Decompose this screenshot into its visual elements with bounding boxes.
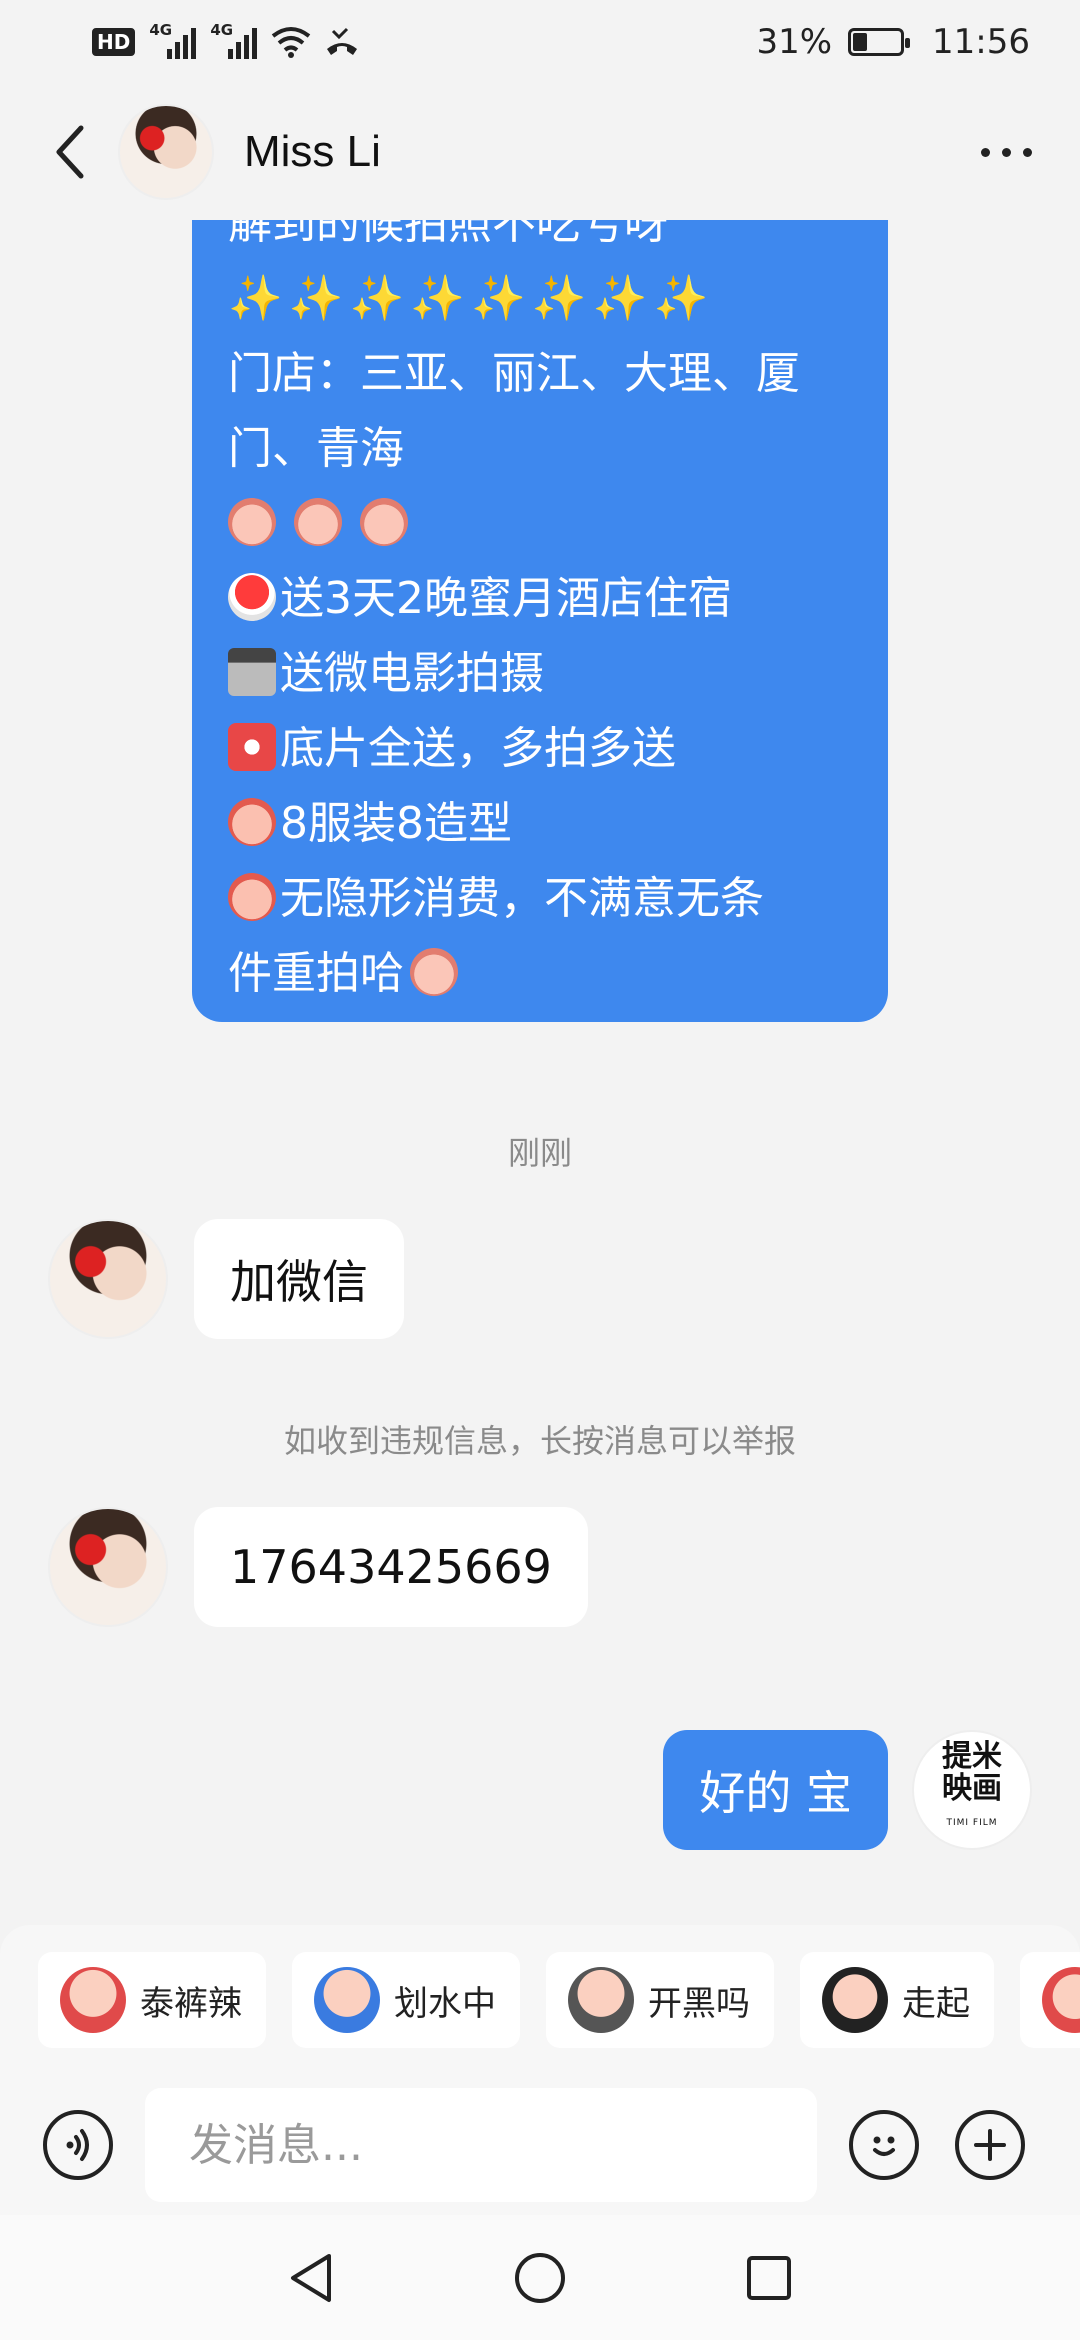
signal-icon: 4G — [149, 21, 197, 59]
chevron-left-icon — [56, 125, 84, 179]
battery-fill — [853, 33, 868, 51]
promo-item-2: 送微电影拍摄 — [228, 636, 852, 711]
signal-icon-2: 4G — [210, 21, 258, 59]
camera-icon — [228, 723, 276, 771]
network-type-2: 4G — [210, 21, 234, 39]
nav-home-icon[interactable] — [513, 2251, 567, 2305]
message-input[interactable] — [145, 2088, 817, 2202]
promo-item-4-text: 8服装8造型 — [280, 798, 512, 849]
incoming-message-row: 17643425669 — [48, 1507, 588, 1627]
promo-item-5b: 件重拍哈 — [228, 936, 852, 1011]
wifi-icon — [272, 27, 311, 58]
missed-call-icon — [327, 27, 358, 55]
status-left: HD 4G 4G — [92, 21, 359, 59]
clapperboard-icon — [228, 648, 276, 696]
my-avatar[interactable]: 提米 映画 TIMI FILM — [912, 1730, 1032, 1850]
voice-input-button[interactable] — [43, 2110, 113, 2180]
hd-icon: HD — [92, 28, 136, 56]
sticker-icon — [568, 1967, 634, 2033]
sticker-icon — [1042, 1967, 1080, 2033]
my-avatar-sub: TIMI FILM — [946, 1818, 998, 1828]
location-pin-icon — [228, 573, 276, 621]
status-right: 31% 11:56 — [756, 22, 1030, 62]
quick-sticker-chip[interactable]: 划水中 — [292, 1952, 520, 2048]
battery-percent: 31% — [756, 22, 833, 62]
quick-sticker-chip[interactable]: 泰裤辣 — [38, 1952, 266, 2048]
sticker-icon — [314, 1967, 380, 2033]
more-actions-button[interactable] — [955, 2110, 1025, 2180]
promo-item-1-text: 送3天2晚蜜月酒店住宿 — [280, 573, 732, 624]
nav-recents-icon[interactable] — [745, 2254, 793, 2302]
my-avatar-line2: 映画 — [942, 1771, 1002, 1806]
peach-emoji-icon — [228, 498, 276, 546]
back-button[interactable] — [40, 122, 100, 182]
message-list[interactable]: 解到的候拍照不吃亏呀 ✨✨✨✨✨✨✨✨ 门店：三亚、丽江、大理、厦 门、青海 送… — [0, 220, 1080, 1925]
my-avatar-line1: 提米 — [942, 1739, 1002, 1774]
more-horizontal-icon — [981, 147, 990, 157]
system-nav-bar — [0, 2215, 1080, 2340]
thumbs-up-icon — [228, 873, 276, 921]
thumbs-up-icon — [228, 798, 276, 846]
outgoing-message-bubble[interactable]: 好的 宝 — [663, 1730, 888, 1850]
chat-header: Miss Li — [0, 84, 1080, 220]
more-options-button[interactable] — [981, 147, 1032, 157]
network-type: 4G — [149, 21, 173, 39]
quick-sticker-label: 开黑吗 — [648, 1983, 750, 2024]
laughing-emoji-icon — [410, 948, 458, 996]
quick-sticker-bar[interactable]: 泰裤辣 划水中 开黑吗 走起 — [0, 1925, 1080, 2075]
clock: 11:56 — [932, 22, 1030, 62]
promo-item-4: 8服装8造型 — [228, 786, 852, 861]
peach-emoji-icon — [294, 498, 342, 546]
incoming-message-row: 加微信 — [48, 1219, 404, 1339]
contact-avatar[interactable] — [48, 1507, 168, 1627]
message-timestamp: 刚刚 — [507, 1134, 572, 1172]
quick-sticker-chip[interactable] — [1020, 1952, 1080, 2048]
stores-line-2: 门、青海 — [228, 423, 404, 474]
voice-icon — [66, 2129, 89, 2161]
promo-item-3-text: 底片全送，多拍多送 — [280, 723, 676, 774]
promo-item-5-text: 无隐形消费，不满意无条 — [280, 873, 764, 924]
emoji-button[interactable] — [849, 2110, 919, 2180]
quick-sticker-chip[interactable]: 走起 — [800, 1952, 994, 2048]
quick-sticker-chip[interactable]: 开黑吗 — [546, 1952, 774, 2048]
incoming-message-bubble[interactable]: 加微信 — [194, 1219, 404, 1339]
promo-line-cut: 解到的候拍照不吃亏呀 — [228, 220, 668, 249]
outgoing-message-row: 好的 宝 提米 映画 TIMI FILM — [663, 1730, 1032, 1850]
promo-message-bubble[interactable]: 解到的候拍照不吃亏呀 ✨✨✨✨✨✨✨✨ 门店：三亚、丽江、大理、厦 门、青海 送… — [192, 220, 888, 1022]
report-notice: 如收到违规信息，长按消息可以举报 — [283, 1422, 796, 1460]
status-bar: HD 4G 4G 31% 11:56 — [0, 0, 1080, 84]
promo-item-1: 送3天2晚蜜月酒店住宿 — [228, 561, 852, 636]
quick-sticker-label: 泰裤辣 — [140, 1983, 242, 2024]
stores-line-1: 门店：三亚、丽江、大理、厦 — [228, 348, 800, 399]
sparkles-line: ✨✨✨✨✨✨✨✨ — [228, 273, 715, 324]
promo-item-2-text: 送微电影拍摄 — [280, 648, 544, 699]
promo-item-5: 无隐形消费，不满意无条 — [228, 861, 852, 936]
composer-bar — [0, 2075, 1080, 2215]
sticker-icon — [60, 1967, 126, 2033]
promo-item-3: 底片全送，多拍多送 — [228, 711, 852, 786]
peach-emoji-icon — [360, 498, 408, 546]
contact-avatar[interactable] — [118, 104, 214, 200]
smiley-icon — [873, 2136, 895, 2156]
quick-sticker-label: 走起 — [902, 1983, 970, 2024]
nav-back-icon[interactable] — [287, 2252, 335, 2304]
peach-emojis — [228, 486, 852, 561]
promo-item-5b-text: 件重拍哈 — [228, 948, 404, 999]
plus-icon — [974, 2129, 1006, 2161]
contact-name[interactable]: Miss Li — [244, 127, 381, 177]
battery-icon — [848, 28, 911, 56]
incoming-message-bubble[interactable]: 17643425669 — [194, 1507, 588, 1627]
contact-avatar[interactable] — [48, 1219, 168, 1339]
quick-sticker-label: 划水中 — [394, 1983, 496, 2024]
sticker-icon — [822, 1967, 888, 2033]
